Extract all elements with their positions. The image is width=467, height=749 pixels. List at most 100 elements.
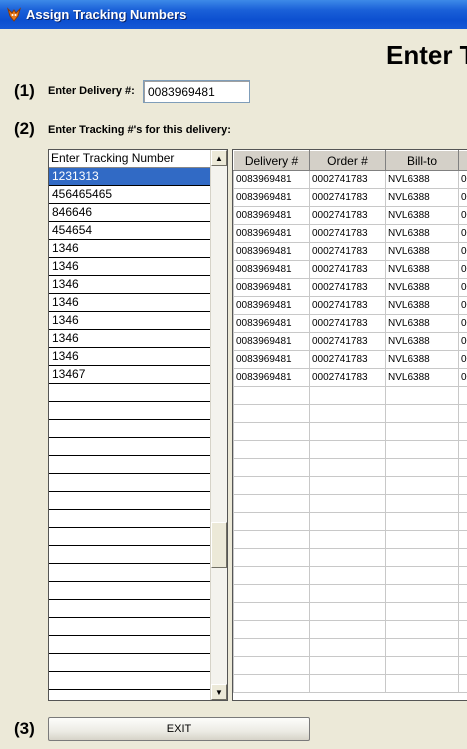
table-row[interactable]: 00839694810002741783NVL638800 <box>233 278 467 297</box>
table-cell <box>385 566 459 585</box>
table-empty-row[interactable] <box>233 386 467 405</box>
table-empty-row[interactable] <box>233 602 467 621</box>
table-cell: 0002741783 <box>309 260 386 279</box>
tracking-list-empty-row[interactable] <box>49 564 211 582</box>
tracking-list-scrollbar[interactable]: ▲ ▼ <box>210 150 227 700</box>
scroll-down-icon[interactable]: ▼ <box>211 684 227 700</box>
table-empty-row[interactable] <box>233 674 467 693</box>
delivery-number-input[interactable] <box>143 80 250 103</box>
table-empty-row[interactable] <box>233 584 467 603</box>
scroll-thumb[interactable] <box>211 522 227 568</box>
table-empty-row[interactable] <box>233 656 467 675</box>
table-row[interactable]: 00839694810002741783NVL638800 <box>233 314 467 333</box>
tracking-list-empty-row[interactable] <box>49 672 211 690</box>
tracking-list-item[interactable]: 1346 <box>49 240 211 258</box>
tracking-list-item[interactable]: 1346 <box>49 348 211 366</box>
table-row[interactable]: 00839694810002741783NVL638800 <box>233 296 467 315</box>
table-cell <box>309 530 386 549</box>
tracking-list-empty-row[interactable] <box>49 420 211 438</box>
table-cell <box>385 440 459 459</box>
table-empty-row[interactable] <box>233 404 467 423</box>
tracking-list-empty-row[interactable] <box>49 546 211 564</box>
table-cell: NVL6388 <box>385 206 459 225</box>
table-empty-row[interactable] <box>233 566 467 585</box>
table-empty-row[interactable] <box>233 512 467 531</box>
page-heading: Enter T <box>386 40 467 70</box>
tracking-list-item[interactable]: 1346 <box>49 330 211 348</box>
table-empty-row[interactable] <box>233 494 467 513</box>
table-row[interactable]: 00839694810002741783NVL638800 <box>233 332 467 351</box>
table-cell <box>385 584 459 603</box>
tracking-list-item[interactable]: 1346 <box>49 276 211 294</box>
table-cell <box>385 548 459 567</box>
table-cell: NVL6388 <box>385 224 459 243</box>
table-empty-row[interactable] <box>233 440 467 459</box>
table-cell: 00 <box>458 188 467 207</box>
table-empty-row[interactable] <box>233 620 467 639</box>
table-empty-row[interactable] <box>233 458 467 477</box>
table-empty-row[interactable] <box>233 530 467 549</box>
tracking-list-empty-row[interactable] <box>49 510 211 528</box>
table-row[interactable]: 00839694810002741783NVL638800 <box>233 224 467 243</box>
table-row[interactable]: 00839694810002741783NVL638800 <box>233 188 467 207</box>
tracking-list-item[interactable]: 1346 <box>49 312 211 330</box>
table-cell: 00 <box>458 224 467 243</box>
table-cell: NVL6388 <box>385 296 459 315</box>
table-row[interactable]: 00839694810002741783NVL638800 <box>233 368 467 387</box>
exit-button[interactable]: EXIT <box>48 717 310 741</box>
table-row[interactable]: 00839694810002741783NVL638800 <box>233 170 467 189</box>
tracking-number-list[interactable]: Enter Tracking Number 1231313 456465465 84… <box>48 149 228 701</box>
tracking-list-header: Enter Tracking Number <box>49 150 211 168</box>
tracking-list-empty-row[interactable] <box>49 600 211 618</box>
table-cell <box>458 440 467 459</box>
tracking-list-item[interactable]: 1346 <box>49 258 211 276</box>
table-cell <box>385 638 459 657</box>
column-header-delivery[interactable]: Delivery # <box>233 150 310 171</box>
delivery-grid[interactable]: Delivery # Order # Bill-to 0083969481 000… <box>232 149 467 701</box>
tracking-list-empty-row[interactable] <box>49 474 211 492</box>
tracking-list-empty-row[interactable] <box>49 384 211 402</box>
tracking-list-empty-row[interactable] <box>49 618 211 636</box>
table-row[interactable]: 00839694810002741783NVL638800 <box>233 350 467 369</box>
tracking-list-empty-row[interactable] <box>49 528 211 546</box>
table-cell <box>385 476 459 495</box>
tracking-list-item[interactable]: 13467 <box>49 366 211 384</box>
table-empty-row[interactable] <box>233 638 467 657</box>
tracking-list-empty-row[interactable] <box>49 492 211 510</box>
title-bar[interactable]: Assign Tracking Numbers <box>0 0 467 29</box>
table-empty-row[interactable] <box>233 422 467 441</box>
table-cell <box>233 458 310 477</box>
table-cell <box>309 494 386 513</box>
table-cell <box>385 458 459 477</box>
table-cell: 00 <box>458 314 467 333</box>
table-row[interactable]: 00839694810002741783NVL638800 <box>233 242 467 261</box>
tracking-list-empty-row[interactable] <box>49 654 211 672</box>
tracking-list-empty-row[interactable] <box>49 582 211 600</box>
table-cell <box>385 620 459 639</box>
table-cell <box>458 404 467 423</box>
column-header-extra[interactable] <box>458 150 467 171</box>
tracking-list-item[interactable]: 454654 <box>49 222 211 240</box>
table-empty-row[interactable] <box>233 548 467 567</box>
tracking-list-item[interactable]: 456465465 <box>49 186 211 204</box>
table-cell <box>385 656 459 675</box>
table-row[interactable]: 00839694810002741783NVL638800 <box>233 260 467 279</box>
column-header-order[interactable]: Order # <box>309 150 386 171</box>
table-cell: 0083969481 <box>233 332 310 351</box>
table-cell <box>458 512 467 531</box>
table-cell: 0083969481 <box>233 188 310 207</box>
tracking-list-empty-row[interactable] <box>49 456 211 474</box>
table-empty-row[interactable] <box>233 476 467 495</box>
tracking-list-empty-row[interactable] <box>49 438 211 456</box>
scroll-up-icon[interactable]: ▲ <box>211 150 227 166</box>
tracking-list-item[interactable]: 1231313 <box>49 168 211 186</box>
tracking-list-empty-row[interactable] <box>49 402 211 420</box>
table-cell <box>233 674 310 693</box>
tracking-list-item[interactable]: 846646 <box>49 204 211 222</box>
tracking-list-item[interactable]: 1346 <box>49 294 211 312</box>
tracking-list-empty-row[interactable] <box>49 636 211 654</box>
table-row[interactable]: 00839694810002741783NVL638800 <box>233 206 467 225</box>
table-cell <box>385 422 459 441</box>
table-cell: 00 <box>458 206 467 225</box>
column-header-bill-to[interactable]: Bill-to <box>385 150 459 171</box>
